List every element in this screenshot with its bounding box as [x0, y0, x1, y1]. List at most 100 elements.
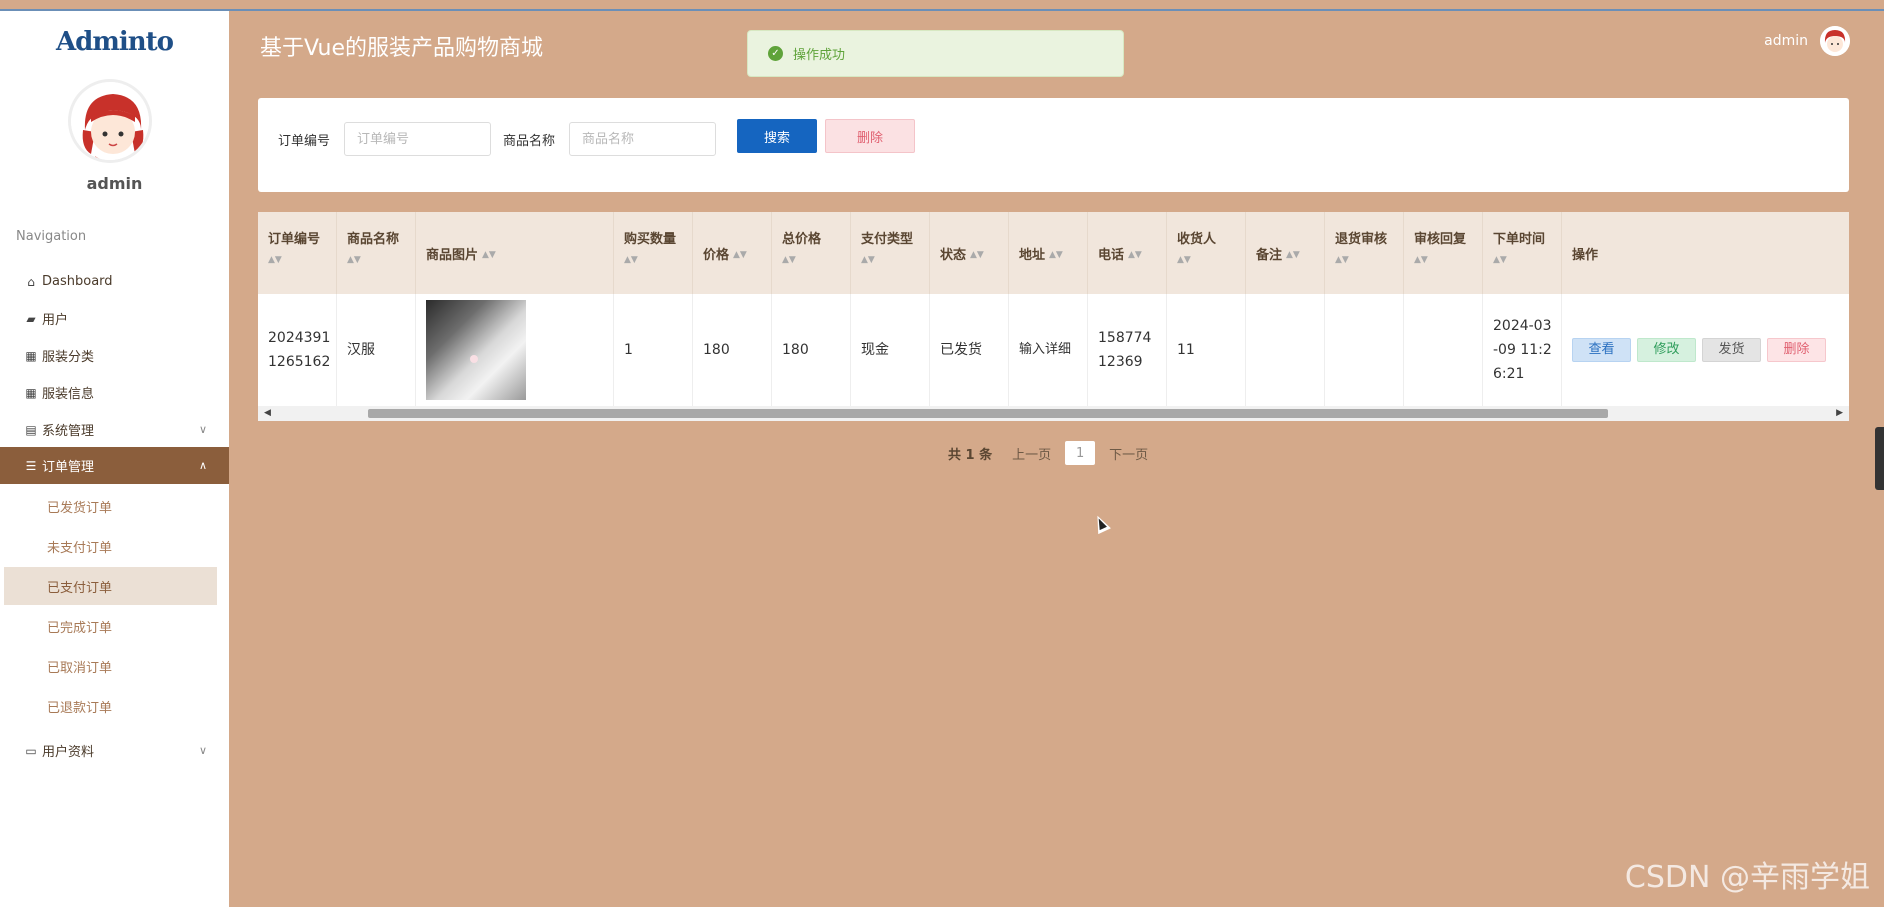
- sort-icon[interactable]: ▲▼: [1286, 251, 1300, 260]
- col-label: 支付类型: [861, 232, 914, 247]
- search-panel: 订单编号 商品名称 搜索 删除: [258, 98, 1849, 192]
- sort-icon[interactable]: ▲▼: [482, 251, 496, 260]
- col-order-no[interactable]: 订单编号 ▲▼: [258, 212, 337, 294]
- sidebar-item-label: 服装分类: [42, 350, 95, 365]
- submenu-label: 已取消订单: [47, 660, 113, 676]
- cell-receiver: 11: [1167, 294, 1246, 406]
- prev-page-button[interactable]: 上一页: [1012, 444, 1051, 463]
- sort-icon[interactable]: ▲▼: [970, 251, 984, 260]
- col-pay-type[interactable]: 支付类型 ▲▼: [851, 212, 930, 294]
- cell-qty: 1: [614, 294, 693, 406]
- col-product[interactable]: 商品名称 ▲▼: [337, 212, 416, 294]
- current-page[interactable]: 1: [1065, 441, 1096, 465]
- sidebar-item-clothing-info[interactable]: ▦ 服装信息: [0, 374, 229, 411]
- col-remark[interactable]: 备注 ▲▼: [1246, 212, 1325, 294]
- col-phone[interactable]: 电话 ▲▼: [1088, 212, 1167, 294]
- image-detail: [470, 355, 478, 363]
- logo-text: Adminto: [56, 27, 174, 57]
- col-address[interactable]: 地址 ▲▼: [1009, 212, 1088, 294]
- card-icon: ▭: [25, 743, 37, 758]
- sort-icon[interactable]: ▲▼: [782, 255, 850, 265]
- scrollbar-thumb[interactable]: [368, 409, 1608, 418]
- ticket-icon: ▰: [26, 311, 36, 326]
- sort-icon[interactable]: ▲▼: [1335, 255, 1403, 265]
- col-label: 电话: [1098, 248, 1125, 263]
- order-no-input[interactable]: [344, 122, 491, 156]
- submenu-refunded-orders[interactable]: 已退款订单: [4, 687, 217, 725]
- cell-order-no: 20243911265162: [258, 294, 337, 406]
- check-circle-icon: ✓: [768, 46, 783, 61]
- submenu-completed-orders[interactable]: 已完成订单: [4, 607, 217, 645]
- col-return-audit[interactable]: 退货审核 ▲▼: [1325, 212, 1404, 294]
- sidebar-item-clothing-category[interactable]: ▦ 服装分类: [0, 337, 229, 374]
- cell-return-audit: [1325, 294, 1404, 406]
- batch-delete-button[interactable]: 删除: [825, 119, 915, 153]
- sort-icon[interactable]: ▲▼: [1049, 251, 1063, 260]
- sidebar-item-system[interactable]: ▤ 系统管理 ∨: [0, 411, 229, 448]
- submenu-label: 已支付订单: [47, 580, 113, 596]
- sidebar-item-user-profile[interactable]: ▭ 用户资料 ∨: [0, 732, 229, 769]
- col-label: 备注: [1256, 248, 1283, 263]
- cell-remark: [1246, 294, 1325, 406]
- sidebar-item-orders[interactable]: ☰ 订单管理 ∧: [0, 447, 229, 484]
- sidebar-item-label: 订单管理: [42, 460, 95, 475]
- col-label: 价格: [703, 248, 730, 263]
- col-image[interactable]: 商品图片 ▲▼: [416, 212, 614, 294]
- ship-button[interactable]: 发货: [1702, 338, 1761, 362]
- edit-button[interactable]: 修改: [1637, 338, 1696, 362]
- cell-pay-type: 现金: [851, 294, 930, 406]
- col-label: 商品名称: [347, 232, 400, 247]
- product-name-input[interactable]: [569, 122, 716, 156]
- grid-icon: ▦: [25, 385, 37, 400]
- col-qty[interactable]: 购买数量 ▲▼: [614, 212, 693, 294]
- sidebar-username: admin: [86, 174, 143, 193]
- header-avatar[interactable]: [1820, 26, 1850, 56]
- col-price[interactable]: 价格 ▲▼: [693, 212, 772, 294]
- delete-button[interactable]: 删除: [1767, 338, 1826, 362]
- submenu-paid-orders[interactable]: 已支付订单: [4, 567, 217, 605]
- avatar-image: [1820, 26, 1850, 56]
- sort-icon[interactable]: ▲▼: [1128, 251, 1142, 260]
- scroll-left-icon[interactable]: ◀: [264, 408, 271, 418]
- top-border: [0, 9, 1884, 11]
- cell-phone: 15877412369: [1088, 294, 1167, 406]
- submenu-cancelled-orders[interactable]: 已取消订单: [4, 647, 217, 685]
- next-page-button[interactable]: 下一页: [1109, 444, 1148, 463]
- col-order-time[interactable]: 下单时间 ▲▼: [1483, 212, 1562, 294]
- avatar[interactable]: [68, 79, 152, 163]
- sidebar-item-dashboard[interactable]: ⌂ Dashboard: [0, 263, 229, 300]
- sort-icon[interactable]: ▲▼: [1177, 255, 1245, 265]
- col-label: 操作: [1572, 248, 1599, 263]
- page-title: 基于Vue的服装产品购物商城: [260, 36, 544, 61]
- pagination: 共 1 条 上一页 1 下一页: [948, 441, 1162, 465]
- col-total[interactable]: 总价格 ▲▼: [772, 212, 851, 294]
- sort-icon[interactable]: ▲▼: [1414, 255, 1482, 265]
- search-button[interactable]: 搜索: [737, 119, 817, 153]
- cell-price: 180: [693, 294, 772, 406]
- sort-icon[interactable]: ▲▼: [1493, 255, 1561, 265]
- header-user-menu[interactable]: admin: [1764, 26, 1850, 56]
- success-toast: ✓ 操作成功: [747, 30, 1124, 77]
- col-status[interactable]: 状态 ▲▼: [930, 212, 1009, 294]
- scroll-right-icon[interactable]: ▶: [1836, 408, 1843, 418]
- sidebar-item-users[interactable]: ▰ 用户: [0, 300, 229, 337]
- submenu-shipped-orders[interactable]: 已发货订单: [4, 487, 217, 525]
- cell-total: 180: [772, 294, 851, 406]
- sort-icon[interactable]: ▲▼: [733, 251, 747, 260]
- cell-address: 输入详细: [1009, 294, 1088, 406]
- sort-icon[interactable]: ▲▼: [347, 255, 415, 265]
- chevron-down-icon: ∨: [198, 423, 207, 436]
- col-receiver[interactable]: 收货人 ▲▼: [1167, 212, 1246, 294]
- product-image[interactable]: [426, 300, 526, 400]
- sort-icon[interactable]: ▲▼: [268, 255, 336, 265]
- sort-icon[interactable]: ▲▼: [624, 255, 692, 265]
- horizontal-scrollbar[interactable]: ◀ ▶: [258, 406, 1849, 421]
- page-scroll-handle[interactable]: [1875, 427, 1884, 490]
- col-label: 地址: [1019, 248, 1046, 263]
- view-button[interactable]: 查看: [1572, 338, 1631, 362]
- submenu-unpaid-orders[interactable]: 未支付订单: [4, 527, 217, 565]
- order-no-label: 订单编号: [278, 134, 331, 149]
- app-logo[interactable]: Adminto: [0, 27, 229, 57]
- col-audit-reply[interactable]: 审核回复 ▲▼: [1404, 212, 1483, 294]
- sort-icon[interactable]: ▲▼: [861, 255, 929, 265]
